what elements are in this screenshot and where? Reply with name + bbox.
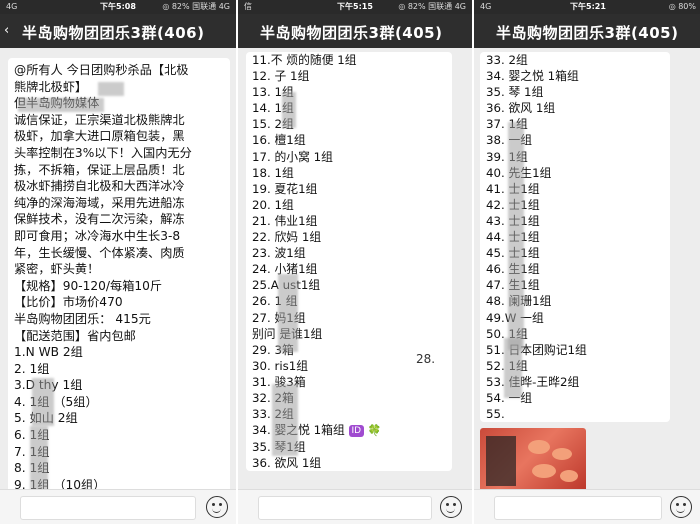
redacted-area (504, 338, 522, 398)
status-time: 下午5:08 (100, 2, 136, 11)
battery-label: ◎ 82% 国联通 4G (398, 2, 466, 11)
chat-screenshot-1: 4G 下午5:08 ◎ 82% 国联通 4G ‹ 半岛购物团团乐3群(406) … (0, 0, 236, 524)
message-line: 极虾，加拿大进口原箱包装，黑 (14, 129, 185, 144)
redacted-area (508, 122, 524, 350)
chat-title: 半岛购物团团乐3群(405) (260, 24, 443, 42)
list-item: 33. 2组 (486, 53, 528, 67)
battery-label: ◎ 82% 国联通 4G (162, 2, 230, 11)
redacted-area (282, 92, 296, 128)
network-label: 4G (480, 2, 492, 11)
list-item: 22. 欣妈 1组 (252, 230, 322, 245)
message-line: 保鲜技术，没有二次污染，解冻 (14, 212, 185, 227)
status-time: 下午5:15 (337, 2, 373, 11)
status-time: 下午5:21 (570, 2, 606, 11)
list-item: 35. 琴 1组 (486, 85, 544, 100)
message-input[interactable] (258, 496, 432, 520)
chat-header: ‹ 半岛购物团团乐3群(406) (0, 14, 236, 48)
list-item: 18. 1组 (252, 165, 294, 180)
message-line: 纯净的深海海域，采用先进船冻 (14, 195, 185, 210)
list-item: 36. 欲风 1组 (252, 456, 322, 471)
message-line: @所有人 今日团购秒杀品【北极 (14, 63, 189, 77)
redacted-area (32, 378, 54, 426)
list-item: 20. 1组 (252, 197, 294, 212)
chat-header: 半岛购物团团乐3群(405) (474, 14, 700, 48)
message-line: 紧密，虾头黄！ (14, 262, 100, 277)
network-label: 信 (244, 2, 252, 11)
back-arrow-icon[interactable]: ‹ (4, 23, 9, 38)
chat-header: 半岛购物团团乐3群(405) (238, 14, 472, 48)
message-line: 头率控制在3%以下！入国内无分 (14, 145, 192, 160)
list-item: 17. 的小窝 1组 (252, 149, 333, 164)
message-line: 【比价】市场价470 (14, 295, 123, 310)
side-number: 28. (416, 352, 436, 366)
chat-screenshot-2: 信 下午5:15 ◎ 82% 国联通 4G 半岛购物团团乐3群(405) 11.… (236, 0, 472, 524)
network-label: 4G (6, 2, 18, 11)
message-line: 半岛购物团团乐： 415元 (14, 311, 151, 326)
list-item: 12. 子 1组 (252, 69, 310, 84)
message-line: 拣，不拆箱，保证上层品质！北 (14, 162, 185, 177)
id-badge-icon: ID (348, 424, 365, 437)
message-input[interactable] (20, 496, 196, 520)
shrimp-photo[interactable] (480, 428, 586, 490)
list-item: 23. 波1组 (252, 246, 306, 261)
redacted-area (30, 426, 48, 490)
list-item: 19. 夏花1组 (252, 181, 318, 196)
emoji-icon[interactable] (206, 496, 228, 518)
list-item: 21. 伟业1组 (252, 213, 318, 228)
battery-label: ◎ 80% (668, 2, 696, 11)
input-bar (238, 489, 472, 524)
message-line: 即可食用；冰冷海水中生长3-8 (14, 228, 181, 243)
message-input[interactable] (494, 496, 662, 520)
redacted-area (278, 274, 298, 352)
emoji-icon[interactable] (670, 496, 692, 518)
list-item: 36. 欲风 1组 (486, 101, 556, 116)
chat-screenshot-3: 4G 下午5:21 ◎ 80% 半岛购物团团乐3群(405) 33. 2组 34.… (472, 0, 700, 524)
status-bar: 4G 下午5:21 ◎ 80% (474, 0, 700, 14)
message-line: 【规格】90-120/每箱10斤 (14, 278, 163, 293)
status-bar: 4G 下午5:08 ◎ 82% 国联通 4G (0, 0, 236, 14)
message-line: 诚信保证，正宗渠道北极熊牌北 (14, 112, 185, 127)
input-bar (0, 489, 236, 524)
clover-icon: 🍀 (364, 424, 382, 438)
list-item: 55. (486, 407, 505, 422)
input-bar (474, 489, 700, 524)
redacted-area (272, 384, 298, 456)
emoji-icon[interactable] (440, 496, 462, 518)
message-line: 2. 1组 (14, 361, 50, 376)
chat-title: 半岛购物团团乐3群(405) (496, 24, 679, 42)
chat-content[interactable]: 33. 2组 34. 婴之悦 1箱组 35. 琴 1组 36. 欲风 1组 37. 1组… (474, 48, 700, 490)
status-bar: 信 下午5:15 ◎ 82% 国联通 4G (238, 0, 472, 14)
list-item: 11.不 烦的随便 1组 (252, 53, 357, 67)
message-line: 1.N WB 2组 (14, 345, 83, 360)
message-line: 【配送范围】省内包邮 (14, 328, 136, 343)
redacted-area (98, 82, 124, 96)
chat-content[interactable]: 11.不 烦的随便 1组 12. 子 1组 13. 1组 14. 1组 15. 2组 16… (238, 48, 472, 490)
redacted-area (18, 98, 104, 112)
chat-title: 半岛购物团团乐3群(406) (22, 24, 205, 42)
list-item: 16. 檀1组 (252, 133, 306, 148)
message-line: 极冰虾捕捞自北极和大西洋冰冷 (14, 179, 185, 194)
message-line: 年，生长缓慢、个体紧凑、肉质 (14, 245, 185, 260)
chat-content[interactable]: @所有人 今日团购秒杀品【北极熊牌北极虾】 但半岛购物媒体诚信保证，正宗渠道北极… (0, 48, 236, 490)
list-item: 34. 婴之悦 1箱组 (486, 69, 579, 84)
